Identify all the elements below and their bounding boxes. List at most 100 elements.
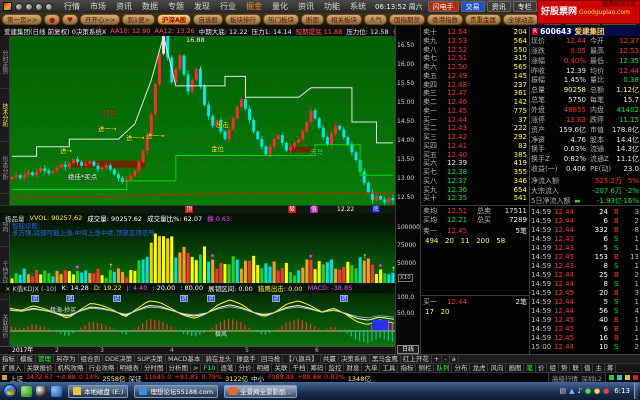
tick-row[interactable]: 14:5912.456B1 — [530, 325, 640, 334]
indicator-tab-黑马金鹰[interactable]: 黑马金鹰 — [370, 355, 401, 364]
order-book-row-卖二[interactable]: 卖二12.46142 — [421, 98, 530, 107]
view-tab-监控[interactable]: 监控 — [326, 364, 344, 373]
indicator-tab-SUP决策[interactable]: SUP决策 — [135, 355, 166, 364]
order-book-row-卖九[interactable]: 卖九12.53564 — [421, 37, 530, 46]
tray-green-icon[interactable]: ● — [585, 387, 591, 395]
volume-chart[interactable]: ★★★★↑↑↑ 智能诊股: 多方强,底部可能上涨,中间上涨中继,顶部见顶信号 — [10, 222, 395, 283]
quick-button-交易[interactable]: 交易 — [461, 1, 485, 12]
tick-row[interactable]: 14:5912.438S1 — [530, 262, 640, 271]
view-tab-关联报价[interactable]: 关联报价 — [25, 364, 56, 373]
indicator-tab--[interactable]: - — [442, 355, 449, 364]
view-tab-关联[interactable]: 关联 — [272, 364, 290, 373]
indicator-tab-决策系统[interactable]: 决策系统 — [339, 355, 370, 364]
kline-chart[interactable]: 红买进→进一→进一→进一→出击金位绝佳*买点天马16.88 — [10, 36, 395, 205]
indicator-tab-+[interactable]: + — [432, 355, 442, 364]
view-tab-大单[interactable]: 大单 — [362, 364, 380, 373]
nav-sphere-button[interactable] — [25, 3, 33, 11]
menu-item-行情[interactable]: 行情 — [59, 0, 85, 13]
kdj-chart[interactable]: 进进进进进进进极海-抄买极风 — [10, 293, 395, 346]
order-book-row-买五[interactable]: 买五12.40385 — [421, 151, 530, 160]
order-book-row-卖三[interactable]: 卖三12.47361 — [421, 89, 530, 98]
view-tab-行业攻略[interactable]: 行业攻略 — [87, 364, 118, 373]
volume-indicator-header[interactable]: 极品量VVOL: 90257.62成交量: 90257.62成交量比%: 62.… — [0, 213, 395, 222]
index-name-上证[interactable]: 上证 — [10, 373, 23, 383]
order-book-row-卖七[interactable]: 卖七12.51315 — [421, 54, 530, 63]
tray-printer-icon[interactable]: ▤ — [559, 387, 566, 395]
tick-row[interactable]: 14:5912.45153B13 — [530, 253, 640, 262]
quick-button-闪电手[interactable]: 闪电手 — [428, 1, 459, 12]
view-tab-侧栏[interactable]: 侧栏 — [416, 364, 434, 373]
view-tab->[interactable]: > — [191, 364, 201, 373]
toolbar-pill-沪深A股[interactable]: 沪深A股 — [157, 14, 192, 25]
view-tab-画图[interactable]: 画图 — [506, 364, 524, 373]
tick-row[interactable]: 14:5912.4516B1 — [530, 334, 640, 343]
indicator-tab-回马枪[interactable]: 回马枪 — [259, 355, 284, 364]
toolbar-pill-到1便>[interactable]: 到1便> — [122, 14, 155, 25]
nav-sphere-button[interactable] — [35, 3, 43, 11]
view-tab-千档[interactable]: 千档 — [290, 364, 308, 373]
menu-item-行业[interactable]: 行业 — [215, 0, 241, 13]
toolbar-pill-相关板块[interactable]: 相关板块 — [326, 14, 362, 25]
menu-item-量化[interactable]: 量化 — [267, 0, 293, 13]
indicator-tab-另存为[interactable]: 另存为 — [54, 355, 79, 364]
toolbar-pill-开开心>>[interactable]: 开开心>> — [80, 14, 120, 25]
toolbar-pill-♥[interactable]: ♥ — [62, 14, 78, 25]
menu-item-市场[interactable]: 市场 — [85, 0, 111, 13]
view-tab-笔[interactable]: 笔 — [524, 364, 536, 373]
view-tab-指标[interactable]: 指标 — [398, 364, 416, 373]
menu-item-数据[interactable]: 数据 — [137, 0, 163, 13]
tick-row[interactable]: 14:5912.448S1 — [530, 280, 640, 289]
tick-row[interactable]: 14:5912.4424B3 — [530, 208, 640, 217]
view-tab-风向[interactable]: 风向 — [488, 364, 506, 373]
tick-row[interactable]: 14:5912.436S1 — [530, 235, 640, 244]
tick-row[interactable]: 14:5912.4456S4 — [530, 307, 640, 316]
view-tab-扩展入[interactable]: 扩展入 — [0, 364, 25, 373]
task-button-理想论坛55188.com[interactable]: 理想论坛55188.com — [134, 385, 218, 398]
toolbar-pill-香港指数[interactable]: 香港指数 — [427, 14, 463, 25]
view-tab-分布[interactable]: 分布 — [452, 364, 470, 373]
indicator-tab-MACD基本[interactable]: MACD基本 — [166, 355, 203, 364]
tray-yellow-icon[interactable]: ● — [594, 387, 600, 395]
view-tab-分析图[interactable]: 分析图 — [167, 364, 192, 373]
left-tab-分时走势[interactable]: 分时走势 — [0, 36, 9, 89]
order-book-row-卖六[interactable]: 卖六12.50565 — [421, 63, 530, 72]
left-tab-形态分析[interactable]: 形态分析 — [0, 142, 9, 195]
view-tab-明细[interactable]: 明细 — [254, 364, 272, 373]
tray-shield-icon[interactable]: ▲ — [569, 387, 574, 395]
indicator-tab-【八旗兵】[interactable]: 【八旗兵】 — [283, 355, 321, 364]
task-button-本地磁盘 (E:)[interactable]: 本地磁盘 (E:) — [68, 385, 128, 398]
tick-row[interactable]: 14:5912.4520B3 — [530, 289, 640, 298]
toolbar-pill-板块排行[interactable]: 板块排行 — [225, 14, 261, 25]
menu-item-掘金[interactable]: 掘金 — [241, 0, 267, 13]
view-tab-龙虎[interactable]: 龙虎 — [470, 364, 488, 373]
menu-item-资讯[interactable]: 资讯 — [111, 0, 137, 13]
task-button-全景网全景影酷...[interactable]: 全景网全景影酷... — [224, 385, 297, 398]
period-selector[interactable]: 日线 — [397, 345, 419, 354]
order-book-row-买三[interactable]: 买三12.42292 — [421, 133, 530, 142]
tick-row[interactable]: 14:5912.445S1 — [530, 298, 640, 307]
view-tab-队列[interactable]: 队列 — [434, 364, 452, 373]
menu-item-专题[interactable]: 专题 — [163, 0, 189, 13]
view-tab-工具[interactable]: 工具 — [380, 364, 398, 373]
view-tab-分时图[interactable]: 分时图 — [142, 364, 167, 373]
menu-item-系统[interactable]: 系统 — [345, 0, 371, 13]
indicator-tab-管理[interactable]: 管理 — [36, 355, 54, 364]
quicklaunch-stock-icon[interactable] — [21, 386, 32, 397]
toolbar-pill-贵重金属[interactable]: 贵重金属 — [465, 14, 501, 25]
tick-row[interactable]: 14:5912.4425B2 — [530, 271, 640, 280]
kdj-indicator-header[interactable]: × K值KDJX (-10)K: 14.28D: 19.22J: 4.40: 2… — [0, 283, 395, 293]
view-tab-F10[interactable]: F10 — [201, 364, 218, 373]
order-book-row-买十[interactable]: 买十12.35541 — [421, 194, 530, 203]
view-tab-机构攻略[interactable]: 机构攻略 — [56, 364, 87, 373]
order-book-row-卖五[interactable]: 卖五12.49145 — [421, 72, 530, 81]
view-tab-明细表[interactable]: 明细表 — [118, 364, 143, 373]
nav-sphere-button[interactable] — [45, 3, 53, 11]
menu-item-资讯[interactable]: 资讯 — [293, 0, 319, 13]
order-book-row-买一[interactable]: 买一12.4437 — [421, 116, 530, 125]
order-book-row-买六[interactable]: 买六12.39419 — [421, 159, 530, 168]
view-tab-分价[interactable]: 分价 — [236, 364, 254, 373]
queue-sell-row[interactable]: 卖一 12.45 5笔 — [421, 227, 530, 236]
order-book-row-卖四[interactable]: 卖四12.48237 — [421, 81, 530, 90]
quick-button-专栏[interactable]: 专栏 — [513, 1, 537, 12]
start-button[interactable] — [3, 384, 17, 398]
